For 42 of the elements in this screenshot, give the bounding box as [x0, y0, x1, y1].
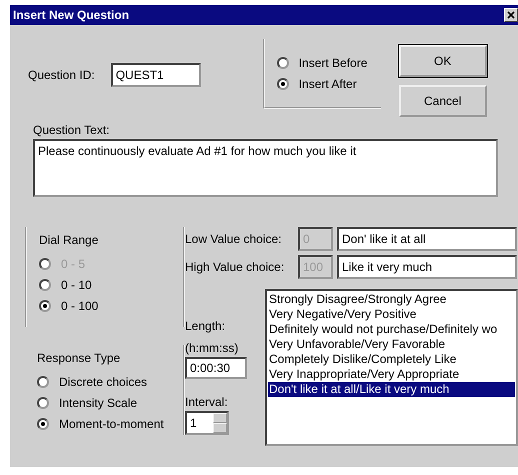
- field-label: Low Value choice:: [185, 231, 283, 248]
- field-label: Question Text:: [33, 122, 110, 139]
- field-label: Interval:: [185, 394, 229, 411]
- list-item[interactable]: Definitely would not purchase/Definitely wo: [268, 322, 515, 337]
- radio-option[interactable]: 0 - 10: [39, 274, 183, 295]
- field-label: Question ID:: [28, 67, 95, 84]
- radio-option[interactable]: Discrete choices: [37, 371, 183, 392]
- choice-text-field[interactable]: Like it very much: [337, 255, 517, 279]
- list-item[interactable]: Very Inappropriate/Very Appropriate: [268, 367, 515, 382]
- list-item[interactable]: Completely Dislike/Completely Like: [268, 352, 515, 367]
- format-hint: (h:mm:ss): [185, 340, 240, 357]
- field-label: Length:: [185, 318, 226, 335]
- choice-text-field[interactable]: Don' like it at all: [337, 227, 517, 251]
- list-item[interactable]: Strongly Disagree/Strongly Agree: [268, 292, 515, 307]
- radio-option[interactable]: Insert Before: [276, 52, 381, 73]
- cancel-button[interactable]: Cancel: [398, 85, 487, 117]
- group-title: Dial Range: [39, 232, 100, 249]
- question-id-field[interactable]: QUEST1: [110, 63, 201, 87]
- length-field[interactable]: 0:00:30: [185, 357, 247, 379]
- radio-dot[interactable]: [37, 376, 49, 388]
- scale-list[interactable]: [265, 289, 518, 446]
- interval-spinner[interactable]: 1: [185, 411, 229, 435]
- radio-dot[interactable]: [276, 78, 289, 90]
- list-item[interactable]: Very Unfavorable/Very Favorable: [268, 337, 515, 352]
- group-title: Response Type: [37, 350, 122, 367]
- list-item[interactable]: Very Negative/Very Positive: [268, 307, 515, 322]
- radio-dot[interactable]: [37, 396, 49, 408]
- radio-option[interactable]: Insert After: [276, 73, 381, 94]
- field-label: High Value choice:: [185, 259, 286, 276]
- radio-option[interactable]: Intensity Scale: [37, 392, 183, 413]
- ok-button[interactable]: OK: [398, 45, 487, 77]
- radio-dot[interactable]: [276, 56, 289, 68]
- close-button[interactable]: [504, 8, 518, 22]
- window-title: Insert New Question: [13, 7, 130, 24]
- radio-option[interactable]: 0 - 100: [39, 295, 183, 316]
- radio-dot[interactable]: [39, 278, 51, 290]
- radio-option[interactable]: Moment-to-moment: [37, 413, 183, 434]
- close-icon: [507, 11, 515, 19]
- list-item[interactable]: Don't like it at all/Like it very much: [268, 382, 515, 397]
- radio-dot[interactable]: [39, 300, 51, 312]
- radio-dot[interactable]: [37, 418, 49, 430]
- question-text-field[interactable]: Please continuously evaluate Ad #1 for how much you like it: [33, 139, 498, 197]
